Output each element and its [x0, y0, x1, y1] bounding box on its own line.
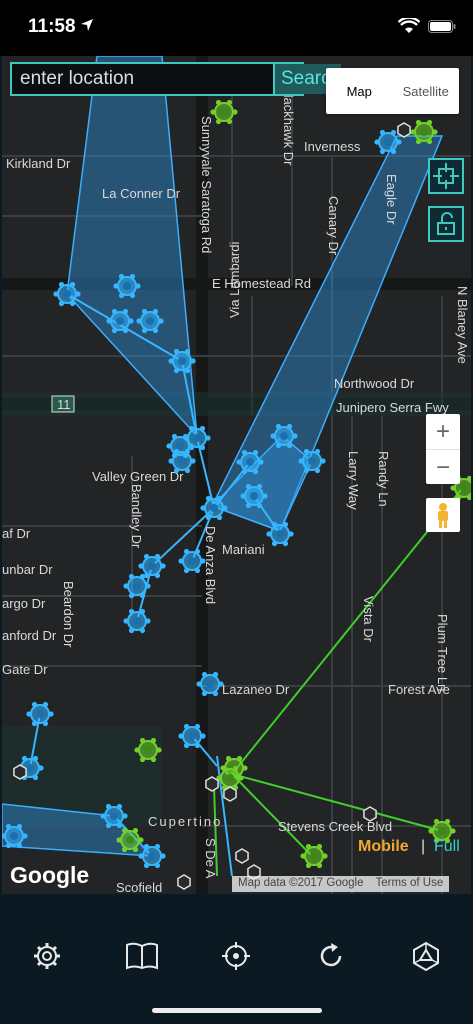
lock-map-button[interactable] [428, 206, 464, 242]
status-time: 11:58 [28, 16, 76, 37]
label-inverness: Inverness [304, 139, 361, 154]
neutral-portal-marker[interactable] [223, 786, 237, 802]
label-vista: Vista Dr [361, 596, 376, 643]
street-view-pegman-button[interactable] [426, 498, 460, 532]
full-view-link[interactable]: Full [434, 838, 460, 856]
gear-icon [34, 943, 61, 969]
map-canvas: Kirkland Dr La Conner Dr Sunnyvale Sarat… [2, 56, 471, 894]
label-beardon: Beardon Dr [61, 581, 76, 648]
map-type-satellite-button[interactable]: Satellite [393, 68, 460, 114]
intel-map[interactable]: Kirkland Dr La Conner Dr Sunnyvale Sarat… [2, 56, 471, 894]
zoom-out-button[interactable]: − [426, 449, 460, 485]
label-blackhawk: Blackhawk Dr [281, 86, 296, 166]
unlock-icon [437, 212, 455, 235]
label-sunnyvale: Sunnyvale Saratoga Rd [199, 116, 214, 253]
mobile-view-link[interactable]: Mobile [358, 838, 409, 856]
my-location-button[interactable] [216, 936, 256, 976]
map-attribution: Map data ©2017 Google Terms of Use [232, 876, 450, 892]
label-gate: Gate Dr [2, 662, 48, 677]
zoom-in-button[interactable]: + [426, 414, 460, 449]
label-lazaneo: Lazaneo Dr [222, 682, 290, 697]
label-junipero: Junipero Serra Fwy [336, 400, 449, 415]
status-bar: 11:58 [0, 0, 473, 56]
refresh-button[interactable] [311, 936, 351, 976]
neutral-portal-marker[interactable] [13, 764, 27, 780]
label-anford: anford Dr [2, 628, 57, 643]
home-indicator [152, 1008, 322, 1013]
label-larry: Larry Way [346, 451, 361, 510]
target-icon [222, 942, 251, 970]
label-s-de-a: S De A [203, 838, 218, 879]
crosshair-icon [433, 163, 459, 189]
bottom-toolbar [0, 924, 473, 988]
portal-marker[interactable] [123, 608, 151, 634]
label-de-anza: De Anza Blvd [203, 526, 218, 604]
locate-me-button[interactable] [428, 158, 464, 194]
label-canary: Canary Dr [326, 196, 341, 256]
ingress-logo-icon [412, 941, 439, 971]
map-data-text: Map data ©2017 Google [238, 877, 364, 889]
footer-separator: | [421, 838, 426, 855]
label-plum: Plum Tree Ln [435, 614, 450, 691]
label-mariani: Mariani [222, 542, 265, 557]
location-arrow-icon [81, 19, 93, 31]
book-icon [125, 942, 158, 970]
map-type-map-button[interactable]: Map [326, 68, 393, 114]
guide-button[interactable] [122, 936, 162, 976]
label-af: af Dr [2, 526, 31, 541]
label-la-conner: La Conner Dr [102, 186, 181, 201]
location-search-input[interactable] [12, 64, 273, 94]
map-type-toggle: Map Satellite [326, 68, 459, 114]
label-argo: argo Dr [2, 596, 46, 611]
label-bandley: Bandley Dr [129, 484, 144, 549]
label-scofield: Scofield [116, 880, 162, 894]
label-randy: Randy Ln [376, 451, 391, 507]
label-eagle: Eagle Dr [384, 174, 399, 225]
neutral-portal-marker[interactable] [235, 848, 249, 864]
wifi-icon [398, 18, 420, 33]
neutral-portal-marker[interactable] [397, 122, 411, 138]
label-blaney: N Blaney Ave [455, 286, 470, 364]
zoom-control: + − [426, 414, 460, 484]
settings-button[interactable] [27, 936, 67, 976]
refresh-icon [320, 943, 342, 967]
label-unbar: unbar Dr [2, 562, 53, 577]
label-stevens: Stevens Creek Blvd [278, 819, 392, 834]
label-kirkland: Kirkland Dr [6, 156, 71, 171]
pegman-icon [438, 503, 448, 528]
location-search: Search [10, 62, 341, 96]
label-via-lombardi: Via Lombardi [227, 242, 242, 318]
label-valley-green: Valley Green Dr [92, 469, 184, 484]
neutral-portal-marker[interactable] [177, 874, 191, 890]
label-northwood: Northwood Dr [334, 376, 415, 391]
ingress-button[interactable] [406, 936, 446, 976]
label-highway-11: 11 [57, 397, 71, 412]
google-logo: Google [10, 862, 90, 888]
portal-marker[interactable] [26, 701, 54, 727]
battery-icon [428, 20, 456, 33]
neutral-portal-marker[interactable] [363, 806, 377, 822]
label-forest: Forest Ave [388, 682, 450, 697]
terms-of-use-link[interactable]: Terms of Use [369, 876, 449, 892]
label-cupertino: Cupertino [148, 814, 222, 829]
neutral-portal-marker[interactable] [205, 776, 219, 792]
